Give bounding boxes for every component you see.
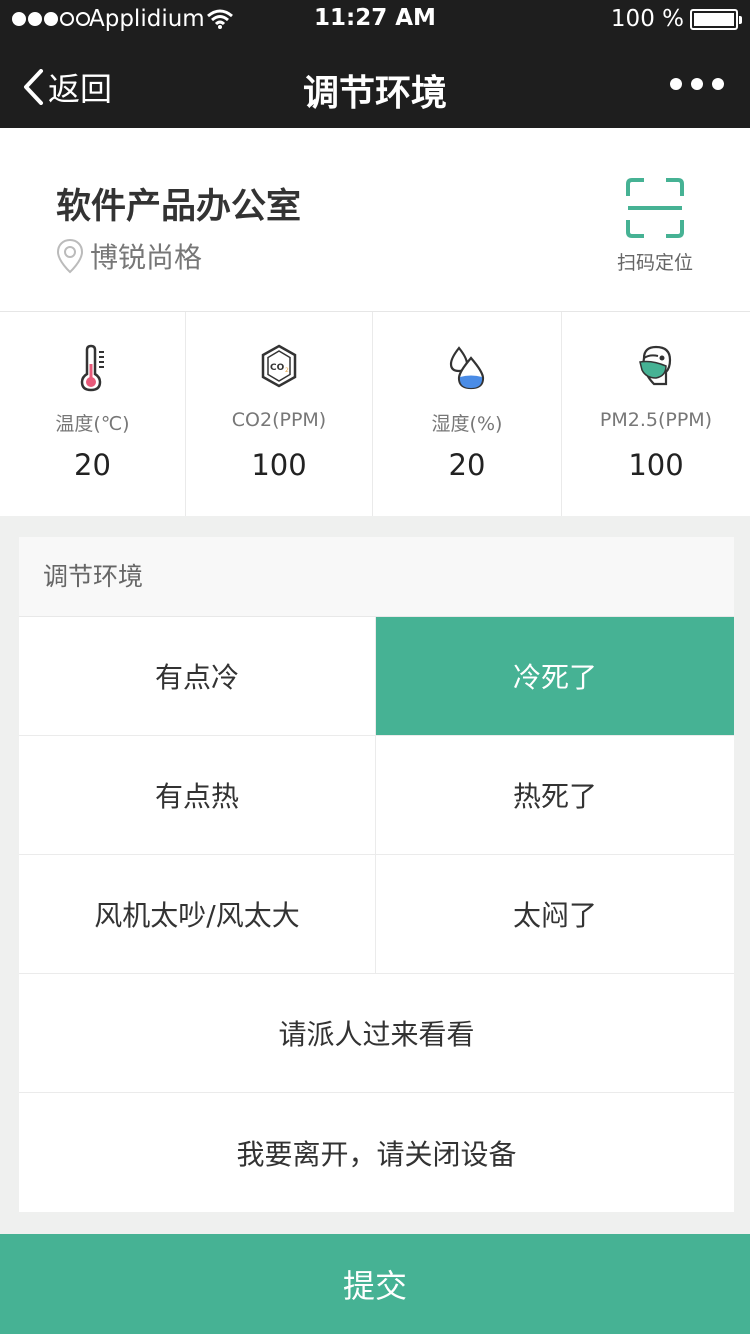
metric-label: CO2(PPM)	[231, 409, 327, 431]
option-row: 风机太吵/风太大 太闷了	[19, 855, 734, 974]
metric-label: PM2.5(PPM)	[599, 409, 713, 431]
thermometer-icon	[80, 344, 104, 392]
adjust-panel: 调节环境 有点冷 冷死了 有点热 热死了 风机太吵/风太大 太闷了 请派人过来看…	[19, 537, 734, 1212]
metric-value: 20	[74, 448, 111, 482]
option-leave-turn-off[interactable]: 我要离开，请关闭设备	[19, 1093, 734, 1212]
option-freezing[interactable]: 冷死了	[376, 617, 734, 735]
battery-icon	[690, 9, 742, 30]
svg-text:2: 2	[285, 367, 289, 374]
scan-label: 扫码定位	[616, 252, 693, 274]
page-title: 调节环境	[302, 73, 447, 114]
option-fan-too-noisy[interactable]: 风机太吵/风太大	[19, 855, 376, 973]
building-row: 博锐尚格	[56, 236, 202, 276]
option-row: 我要离开，请关闭设备	[19, 1093, 734, 1212]
more-menu-button[interactable]	[670, 78, 724, 90]
metric-humidity: 湿度(%) 20	[373, 312, 562, 516]
option-a-bit-cold[interactable]: 有点冷	[19, 617, 376, 735]
humidity-drop-icon	[449, 346, 485, 390]
scan-locate-button[interactable]: 扫码定位	[614, 178, 696, 275]
submit-button[interactable]: 提交	[0, 1234, 750, 1334]
nav-bar: 返回 调节环境	[0, 40, 750, 128]
svg-text:CO: CO	[270, 363, 285, 373]
option-send-someone[interactable]: 请派人过来看看	[19, 974, 734, 1092]
metric-label: 湿度(%)	[431, 413, 503, 435]
status-bar: Applidium 11:27 AM 100 %	[0, 0, 750, 40]
metric-value: 20	[448, 448, 486, 482]
metric-label: 温度(℃)	[55, 413, 130, 435]
metric-value: 100	[628, 448, 684, 482]
metric-pm25: PM2.5(PPM) 100	[562, 312, 750, 516]
metric-value: 100	[251, 448, 307, 482]
panel-title: 调节环境	[19, 537, 734, 617]
location-card: 软件产品办公室 博锐尚格 扫码定位	[0, 128, 750, 312]
location-pin-icon	[56, 238, 84, 274]
metric-temperature: 温度(℃) 20	[0, 312, 186, 516]
room-name: 软件产品办公室	[56, 187, 302, 227]
top-bar: Applidium 11:27 AM 100 % 返回 调节环境	[0, 0, 750, 128]
co2-icon: CO 2	[261, 344, 297, 388]
battery-percent: 100 %	[610, 6, 684, 32]
option-boiling[interactable]: 热死了	[376, 736, 734, 854]
option-row: 请派人过来看看	[19, 974, 734, 1093]
option-too-stuffy[interactable]: 太闷了	[376, 855, 734, 973]
scan-icon	[626, 178, 684, 238]
mask-face-icon	[639, 345, 672, 386]
option-row: 有点热 热死了	[19, 736, 734, 855]
option-a-bit-hot[interactable]: 有点热	[19, 736, 376, 854]
metrics-row: 温度(℃) 20 CO 2 CO2(PPM) 100 湿度(%) 20 PM2.…	[0, 312, 750, 516]
building-name: 博锐尚格	[90, 241, 203, 274]
option-row: 有点冷 冷死了	[19, 617, 734, 736]
metric-co2: CO 2 CO2(PPM) 100	[186, 312, 373, 516]
